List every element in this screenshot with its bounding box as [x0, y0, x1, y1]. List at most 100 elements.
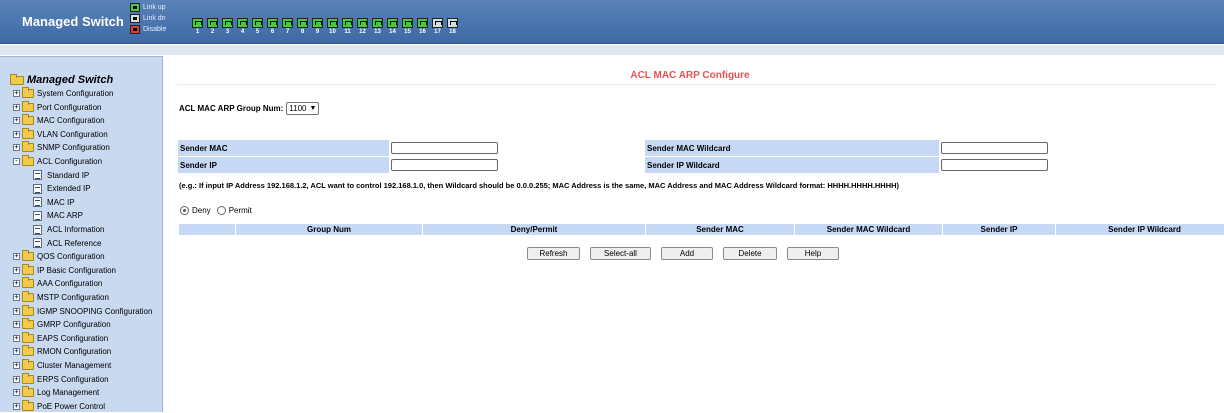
- sidebar-item-ip-basic-configuration[interactable]: + IP Basic Configuration: [13, 263, 117, 277]
- sidebar-item-vlan-configuration[interactable]: + VLAN Configuration: [13, 127, 108, 141]
- sidebar-item-label: IP Basic Configuration: [37, 265, 117, 275]
- port-12[interactable]: 12: [355, 18, 370, 35]
- expand-icon[interactable]: +: [13, 144, 20, 152]
- chevron-down-icon: ▼: [309, 105, 317, 112]
- sidebar-item-system-configuration[interactable]: + System Configuration: [13, 87, 113, 100]
- sidebar-item-label: Log Management: [37, 388, 100, 398]
- port-3[interactable]: 3: [220, 18, 235, 35]
- refresh-button[interactable]: Refresh: [527, 247, 580, 260]
- collapse-icon[interactable]: -: [13, 158, 20, 165]
- sidebar-subitem-mac-ip[interactable]: MAC IP: [33, 196, 75, 209]
- tree-root[interactable]: Managed Switch: [10, 73, 113, 86]
- sidebar-item-rmon-configuration[interactable]: + RMON Configuration: [13, 345, 111, 358]
- port-up-icon: [297, 18, 308, 28]
- port-6[interactable]: 6: [265, 18, 280, 35]
- port-7[interactable]: 7: [280, 18, 295, 35]
- port-number: 14: [389, 29, 396, 35]
- folder-icon: [22, 318, 34, 330]
- port-up-icon: [252, 18, 263, 28]
- port-8[interactable]: 8: [295, 18, 310, 35]
- port-number: 13: [374, 29, 381, 35]
- folder-icon: [22, 141, 34, 153]
- port-up-icon: [237, 18, 248, 28]
- port-13[interactable]: 13: [370, 18, 385, 35]
- expand-icon[interactable]: +: [13, 321, 20, 329]
- expand-icon[interactable]: +: [13, 402, 20, 410]
- sidebar-subitem-standard-ip[interactable]: Standard IP: [33, 169, 89, 182]
- port-16[interactable]: 16: [415, 18, 430, 35]
- folder-icon: [22, 304, 34, 316]
- sidebar-item-cluster-management[interactable]: + Cluster Management: [13, 359, 111, 372]
- port-5[interactable]: 5: [250, 18, 265, 35]
- legend-link-dn: Link dn: [130, 13, 166, 24]
- sidebar-subitem-mac-arp[interactable]: MAC ARP: [33, 209, 83, 222]
- port-number: 5: [255, 29, 260, 35]
- expand-icon[interactable]: +: [13, 253, 20, 261]
- sidebar-subitem-extended-ip[interactable]: Extended IP: [33, 182, 91, 195]
- expand-icon[interactable]: +: [13, 334, 20, 342]
- port-10[interactable]: 10: [325, 18, 340, 35]
- expand-icon[interactable]: +: [13, 294, 20, 301]
- sidebar-item-label: IGMP SNOOPING Configuration: [37, 306, 153, 316]
- expand-icon[interactable]: +: [13, 389, 20, 397]
- port-11[interactable]: 11: [340, 18, 355, 35]
- help-button[interactable]: Help: [787, 247, 839, 260]
- legend-disable: Disable: [130, 24, 166, 35]
- port-2[interactable]: 2: [205, 18, 220, 35]
- expand-icon[interactable]: +: [13, 103, 20, 111]
- expand-icon[interactable]: +: [13, 348, 20, 356]
- permit-radio[interactable]: [216, 206, 226, 215]
- expand-icon[interactable]: +: [13, 130, 20, 138]
- expand-icon[interactable]: +: [13, 362, 20, 369]
- page-icon: [33, 210, 42, 221]
- port-9[interactable]: 9: [310, 18, 325, 35]
- expand-icon[interactable]: +: [13, 117, 20, 125]
- sidebar-item-qos-configuration[interactable]: + QOS Configuration: [13, 250, 105, 263]
- sidebar-item-igmp-snooping-configuration[interactable]: + IGMP SNOOPING Configuration: [13, 304, 153, 318]
- sender-mac-input[interactable]: [391, 142, 498, 154]
- expand-icon[interactable]: +: [13, 375, 20, 383]
- sidebar-subitem-label: ACL Information: [47, 225, 105, 234]
- sidebar-subitem-acl-information[interactable]: ACL Information: [33, 223, 105, 236]
- sender-ip-input[interactable]: [391, 159, 498, 171]
- delete-button[interactable]: Delete: [723, 247, 777, 260]
- sidebar-item-eaps-configuration[interactable]: + EAPS Configuration: [13, 331, 108, 345]
- port-down-icon: [432, 18, 443, 28]
- sidebar-item-acl-configuration[interactable]: - ACL Configuration: [13, 155, 102, 168]
- link-up-icon: [130, 3, 140, 12]
- sender-mac-label: Sender MAC: [178, 140, 389, 156]
- sidebar-item-mac-configuration[interactable]: + MAC Configuration: [13, 114, 105, 127]
- sidebar-item-poe-power-control[interactable]: + PoE Power Control: [13, 399, 106, 413]
- port-4[interactable]: 4: [235, 18, 250, 35]
- group-num-select[interactable]: 1100 ▼: [286, 102, 320, 115]
- port-up-icon: [357, 18, 368, 28]
- sidebar-item-label: ACL Configuration: [37, 157, 103, 166]
- disable-icon: [130, 25, 140, 34]
- port-up-icon: [387, 18, 398, 28]
- add-button[interactable]: Add: [661, 247, 713, 260]
- sidebar-item-port-configuration[interactable]: + Port Configuration: [13, 100, 101, 114]
- sidebar-item-label: PoE Power Control: [37, 401, 106, 411]
- deny-radio[interactable]: [180, 206, 189, 215]
- sidebar-subitem-acl-reference[interactable]: ACL Reference: [33, 237, 101, 250]
- port-18[interactable]: 18: [445, 18, 460, 35]
- sidebar-item-gmrp-configuration[interactable]: + GMRP Configuration: [13, 318, 111, 331]
- sidebar-item-aaa-configuration[interactable]: + AAA Configuration: [13, 277, 102, 290]
- sender-mac-wildcard-input[interactable]: [941, 142, 1048, 154]
- select-all-button[interactable]: Select-all: [590, 247, 651, 260]
- port-15[interactable]: 15: [400, 18, 415, 35]
- port-1[interactable]: 1: [190, 18, 205, 35]
- expand-icon[interactable]: +: [13, 307, 20, 315]
- sidebar-item-log-management[interactable]: + Log Management: [13, 386, 99, 399]
- expand-icon[interactable]: +: [13, 280, 20, 288]
- port-14[interactable]: 14: [385, 18, 400, 35]
- expand-icon[interactable]: +: [13, 266, 20, 274]
- sidebar-item-erps-configuration[interactable]: + ERPS Configuration: [13, 372, 109, 386]
- page-icon: [33, 238, 42, 249]
- sidebar-item-snmp-configuration[interactable]: + SNMP Configuration: [13, 141, 110, 154]
- sidebar-item-mstp-configuration[interactable]: + MSTP Configuration: [13, 291, 109, 304]
- expand-icon[interactable]: +: [13, 90, 20, 97]
- folder-icon: [22, 127, 34, 139]
- sender-ip-wildcard-input[interactable]: [941, 159, 1048, 171]
- port-17[interactable]: 17: [430, 18, 445, 35]
